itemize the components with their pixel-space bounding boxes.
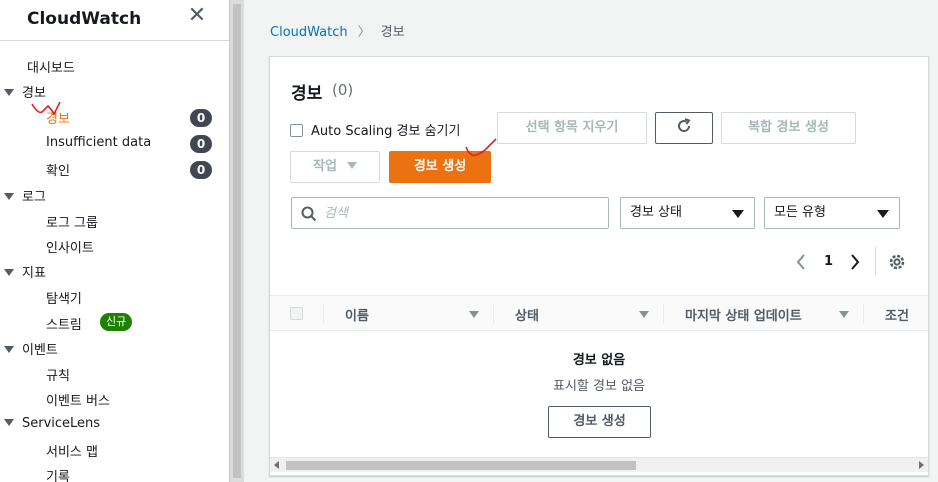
breadcrumb: CloudWatch 〉 경보	[270, 21, 405, 40]
sidebar-section-label: ServiceLens	[22, 416, 101, 431]
sidebar-title: CloudWatch	[27, 9, 142, 29]
alarm-state-select[interactable]: 경보 상태	[620, 197, 755, 229]
select-all-checkbox[interactable]	[290, 307, 303, 320]
sidebar-section-servicelens[interactable]: ServiceLens	[4, 416, 100, 431]
sidebar-section-events[interactable]: 이벤트	[4, 339, 58, 358]
hide-autoscaling-label: Auto Scaling 경보 숨기기	[311, 124, 461, 139]
sidebar-section-alarms[interactable]: 경보	[4, 82, 46, 101]
create-composite-alarm-button[interactable]: 복합 경보 생성	[721, 112, 856, 144]
sidebar-item-streams[interactable]: 스트림	[46, 314, 82, 333]
alarm-type-select[interactable]: 모든 유형	[764, 197, 900, 229]
breadcrumb-current: 경보	[380, 25, 405, 40]
sidebar-item-service-map[interactable]: 서비스 맵	[46, 441, 98, 460]
sidebar-divider	[0, 40, 229, 41]
sidebar-item-dashboard[interactable]: 대시보드	[27, 57, 75, 76]
search-input[interactable]	[324, 203, 594, 223]
sidebar-item-event-buses[interactable]: 이벤트 버스	[46, 390, 110, 409]
sidebar-item-traces[interactable]: 기록	[46, 466, 70, 482]
page-title: 경보	[291, 84, 323, 104]
sidebar-section-label: 지표	[22, 266, 46, 281]
new-badge: 신규	[100, 313, 133, 331]
breadcrumb-link-cloudwatch[interactable]: CloudWatch	[270, 25, 348, 40]
gear-icon[interactable]	[887, 252, 907, 272]
chevron-right-icon[interactable]	[848, 252, 862, 272]
column-header-state[interactable]: 상태	[515, 305, 539, 324]
hide-autoscaling-checkbox[interactable]	[290, 124, 303, 137]
sort-icon[interactable]	[839, 311, 849, 318]
table-scrollbar[interactable]	[270, 457, 928, 472]
sidebar-item-log-groups[interactable]: 로그 그룹	[46, 212, 98, 231]
empty-create-alarm-button[interactable]: 경보 생성	[548, 406, 651, 438]
caret-down-icon	[4, 346, 14, 353]
caret-down-icon	[4, 89, 14, 96]
sort-icon[interactable]	[469, 311, 479, 318]
sidebar-item-insufficient-data[interactable]: Insufficient data	[46, 135, 151, 150]
caret-down-icon	[4, 193, 14, 200]
chevron-left-icon[interactable]	[794, 252, 808, 272]
refresh-button[interactable]	[655, 112, 713, 144]
page-number[interactable]: 1	[824, 254, 833, 269]
column-divider	[663, 304, 664, 324]
caret-down-icon	[4, 269, 14, 276]
caret-down-icon	[4, 419, 14, 426]
sidebar-section-label: 경보	[22, 86, 46, 101]
sidebar-section-logs[interactable]: 로그	[4, 186, 46, 205]
column-header-conditions[interactable]: 조건	[885, 305, 909, 324]
pager-divider	[875, 247, 876, 275]
close-icon[interactable]: ✕	[186, 4, 208, 28]
actions-label: 작업	[313, 159, 337, 174]
sidebar-section-label: 로그	[22, 190, 46, 205]
column-header-last-update[interactable]: 마지막 상태 업데이트	[685, 305, 802, 324]
count-badge: 0	[190, 135, 212, 153]
caret-down-icon	[732, 210, 744, 218]
sidebar-section-label: 이벤트	[22, 343, 58, 358]
caret-down-icon	[877, 210, 889, 218]
column-header-name[interactable]: 이름	[345, 305, 369, 324]
hide-autoscaling-option[interactable]: Auto Scaling 경보 숨기기	[290, 120, 460, 139]
column-divider	[323, 304, 324, 324]
sidebar-item-explorer[interactable]: 탐색기	[46, 288, 82, 307]
column-divider	[493, 304, 494, 324]
scrollbar-thumb[interactable]	[286, 461, 636, 470]
refresh-icon	[678, 118, 691, 132]
clear-selection-button[interactable]: 선택 항목 지우기	[497, 112, 647, 144]
scrollbar-thumb[interactable]	[233, 4, 241, 478]
sidebar-item-rules[interactable]: 규칙	[46, 365, 70, 384]
column-divider	[863, 304, 864, 324]
sidebar-scrollbar[interactable]	[229, 0, 244, 482]
alarm-type-value: 모든 유형	[774, 205, 826, 220]
sidebar-item-all-alarms[interactable]: 경보	[46, 108, 70, 127]
sidebar: CloudWatch ✕ 대시보드 경보 경보 0 Insufficient d…	[0, 0, 229, 482]
create-alarm-button[interactable]: 경보 생성	[389, 151, 491, 183]
scroll-left-icon[interactable]	[274, 461, 279, 469]
alarms-panel: 경보 (0) Auto Scaling 경보 숨기기 선택 항목 지우기 복합 …	[269, 56, 929, 476]
alarm-state-value: 경보 상태	[630, 205, 682, 220]
search-field[interactable]	[291, 197, 609, 229]
caret-down-icon	[346, 162, 357, 169]
search-icon	[301, 206, 317, 222]
count-badge: 0	[190, 161, 212, 179]
table-header: 이름 상태 마지막 상태 업데이트 조건	[270, 295, 928, 331]
sidebar-item-insights[interactable]: 인사이트	[46, 237, 94, 256]
count-badge: 0	[190, 109, 212, 127]
empty-state-title: 경보 없음	[572, 353, 626, 368]
sidebar-item-ok[interactable]: 확인	[46, 160, 70, 179]
chevron-right-icon: 〉	[357, 25, 371, 40]
sort-icon[interactable]	[639, 311, 649, 318]
alarm-count: (0)	[332, 81, 354, 99]
empty-state-subtitle: 표시할 경보 없음	[553, 379, 645, 394]
scroll-right-icon[interactable]	[919, 461, 924, 469]
actions-dropdown[interactable]: 작업	[290, 151, 380, 183]
sidebar-section-metrics[interactable]: 지표	[4, 262, 46, 281]
